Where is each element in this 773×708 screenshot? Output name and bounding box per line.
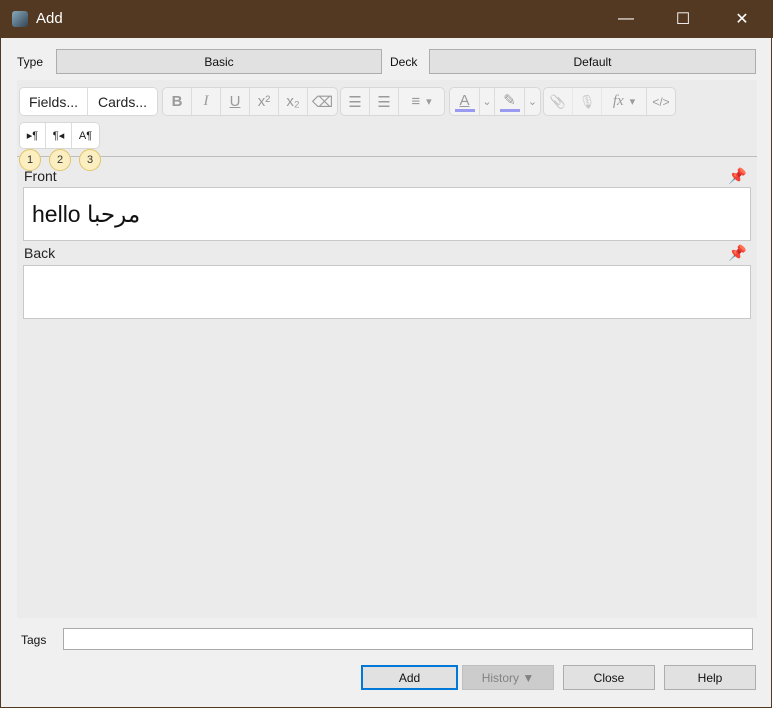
bold-button[interactable]: B bbox=[163, 88, 192, 115]
highlight-button[interactable]: ✎ bbox=[495, 88, 525, 115]
paperclip-icon[interactable]: 📎 bbox=[544, 88, 573, 115]
tags-label: Tags bbox=[21, 633, 47, 647]
back-field[interactable] bbox=[23, 265, 751, 319]
maximize-button[interactable]: ☐ bbox=[660, 0, 706, 38]
align-icon: ≡ bbox=[411, 93, 421, 110]
cards-button[interactable]: Cards... bbox=[88, 88, 157, 115]
help-button[interactable]: Help bbox=[664, 665, 756, 690]
caret-down-icon: ▾ bbox=[426, 96, 432, 108]
back-label: Back bbox=[24, 245, 56, 261]
html-editor-button[interactable]: </> bbox=[647, 88, 675, 115]
underline-button[interactable]: U bbox=[221, 88, 250, 115]
app-icon bbox=[12, 11, 28, 27]
fields-cards-group: Fields... Cards... bbox=[19, 87, 158, 116]
highlight-dropdown[interactable]: ⌄ bbox=[525, 88, 540, 115]
text-color-button[interactable]: A bbox=[450, 88, 480, 115]
math-button[interactable]: fx ▾ bbox=[602, 88, 647, 115]
history-button[interactable]: History ▼ bbox=[462, 665, 554, 690]
deck-label: Deck bbox=[390, 55, 418, 69]
color-group: A ⌄ ✎ ⌄ bbox=[449, 87, 541, 116]
microphone-icon[interactable]: 🎙 bbox=[573, 88, 602, 115]
highlight-icon: ✎ bbox=[503, 92, 516, 109]
align-button[interactable]: ≡ ▾ bbox=[399, 88, 444, 115]
window-title: Add bbox=[36, 10, 63, 27]
fields-button[interactable]: Fields... bbox=[20, 88, 88, 115]
front-label: Front bbox=[24, 168, 57, 184]
format-group: B I U x² x₂ ⌫ bbox=[162, 87, 338, 116]
editor-area bbox=[17, 80, 757, 618]
tags-input[interactable] bbox=[63, 628, 753, 650]
pin-icon[interactable]: 📌 bbox=[728, 167, 747, 185]
text-color-dropdown[interactable]: ⌄ bbox=[480, 88, 495, 115]
caret-down-icon: ▾ bbox=[629, 96, 636, 108]
rtl-button[interactable]: ¶◂ bbox=[46, 123, 72, 148]
italic-button[interactable]: I bbox=[192, 88, 221, 115]
badge-3: 3 bbox=[79, 149, 101, 171]
bullet-list-button[interactable]: ☰ bbox=[341, 88, 370, 115]
ltr-button[interactable]: ▸¶ bbox=[20, 123, 46, 148]
type-selector[interactable]: Basic bbox=[56, 49, 382, 74]
text-color-icon: A bbox=[459, 91, 470, 109]
text-direction-button[interactable]: A¶ bbox=[72, 123, 99, 148]
superscript-button[interactable]: x² bbox=[250, 88, 279, 115]
title-bar: Add — ☐ ✕ bbox=[0, 0, 773, 38]
list-group: ☰ ☰ ≡ ▾ bbox=[340, 87, 445, 116]
type-label: Type bbox=[17, 55, 44, 69]
pin-icon[interactable]: 📌 bbox=[728, 244, 747, 262]
media-group: 📎 🎙 fx ▾ </> bbox=[543, 87, 676, 116]
direction-group: ▸¶ ¶◂ A¶ bbox=[19, 122, 100, 149]
front-field[interactable]: hello مرحبا bbox=[23, 187, 751, 241]
close-button[interactable]: Close bbox=[563, 665, 655, 690]
deck-selector[interactable]: Default bbox=[429, 49, 756, 74]
numbered-list-button[interactable]: ☰ bbox=[370, 88, 399, 115]
add-button[interactable]: Add bbox=[361, 665, 458, 690]
close-window-button[interactable]: ✕ bbox=[719, 0, 765, 38]
subscript-button[interactable]: x₂ bbox=[279, 88, 308, 115]
toolbar-divider bbox=[17, 156, 757, 157]
minimize-button[interactable]: — bbox=[603, 0, 649, 38]
fx-icon: fx bbox=[612, 93, 624, 109]
eraser-icon[interactable]: ⌫ bbox=[308, 88, 337, 115]
